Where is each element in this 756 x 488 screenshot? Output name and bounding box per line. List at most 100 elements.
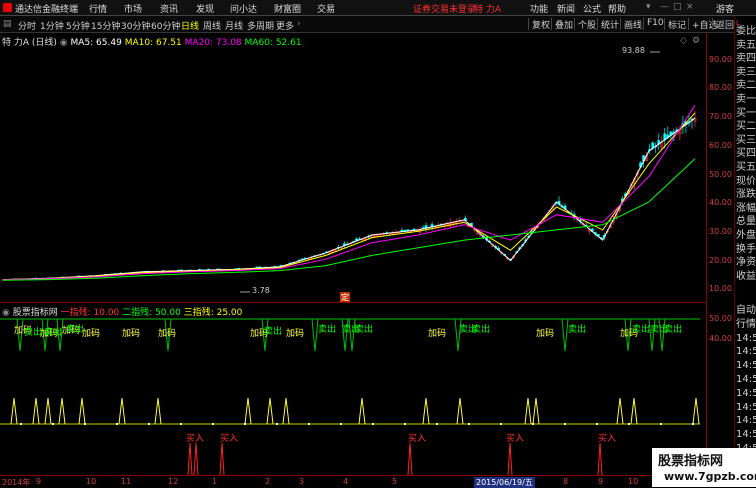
menu-help[interactable]: 帮助	[608, 2, 626, 15]
signal-spike	[58, 397, 66, 425]
menu-news[interactable]: 资讯	[160, 2, 178, 15]
tick-dot	[660, 423, 662, 425]
close-icon[interactable]: ×	[686, 2, 694, 12]
period-1m[interactable]: 1分钟	[40, 19, 64, 32]
time-tick: 4	[343, 477, 349, 486]
signal-spike	[78, 397, 86, 425]
low-price-label: 3.78	[252, 286, 270, 295]
tick-dot	[20, 423, 22, 425]
indicator-l1: 一指残: 10.00	[60, 308, 120, 318]
ma20-label: MA20: 73.08	[184, 38, 242, 48]
tool-stats[interactable]: 统计	[597, 18, 619, 31]
quote-field: 卖一	[736, 94, 756, 105]
menu-news-right[interactable]: 新闻	[557, 2, 575, 15]
entry-spike	[219, 442, 225, 475]
indicator-l2: 二指残: 50.00	[122, 308, 181, 318]
period-30m[interactable]: 30分钟	[121, 19, 150, 32]
signal-label: 卖出	[66, 325, 85, 335]
settings-icon[interactable]: ⚙	[692, 36, 700, 46]
ma10-label: MA10: 67.51	[124, 38, 182, 48]
watermark-title: 股票指标网	[658, 454, 724, 469]
menu-formula[interactable]: 公式	[583, 2, 601, 15]
period-toolbar: ▤ 分时 1分钟 5分钟 15分钟 30分钟 60分钟 日线 周线 月线 多周期…	[0, 16, 756, 33]
zoom-icon[interactable]: ◇	[680, 36, 687, 46]
minimize-icon[interactable]: ▾	[646, 2, 651, 12]
signal-spike	[118, 397, 126, 425]
signal-spike	[456, 397, 464, 425]
menu-bar: 通达信金融终端 行情 市场 资讯 发现 问小达 财富圈 交易 证券交易未登录 特…	[0, 0, 756, 16]
signal-label: 加码	[286, 329, 305, 339]
menu-discover[interactable]: 发现	[196, 2, 214, 15]
signal-spike	[422, 397, 430, 425]
tool-back[interactable]: 返回	[712, 18, 734, 31]
high-price-label: 93.88	[622, 46, 645, 55]
signal-label: 卖出	[632, 325, 651, 335]
tool-stock[interactable]: 个股	[574, 18, 596, 31]
quote-field: 净资	[736, 257, 756, 269]
period-more[interactable]: 更多	[276, 19, 294, 32]
menu-quotes[interactable]: 行情	[89, 2, 107, 15]
tick-dot	[212, 423, 214, 425]
tick-dot	[564, 423, 566, 425]
signal-label: 卖出	[355, 325, 374, 335]
side-item: 自动	[736, 305, 756, 316]
period-5m[interactable]: 5分钟	[66, 19, 90, 32]
indicator-menu-icon[interactable]: ◉	[2, 308, 10, 318]
entry-spike	[187, 442, 193, 475]
tick-dot	[340, 423, 342, 425]
tool-draw[interactable]: 画线	[620, 18, 642, 31]
maximize-icon[interactable]: □	[673, 2, 682, 12]
period-multi[interactable]: 多周期	[247, 19, 274, 32]
tool-f10[interactable]: F10	[643, 18, 664, 30]
tool-adjust[interactable]: 复权	[528, 18, 550, 31]
period-daily[interactable]: 日线	[181, 19, 199, 32]
kline-chart[interactable]	[0, 33, 706, 301]
signal-label: 买入	[506, 434, 525, 444]
signal-spike	[358, 397, 366, 425]
toolbar-menu-icon[interactable]: ▤	[3, 19, 12, 29]
watermark-url: www.7gpzb.com	[664, 470, 756, 483]
app-logo-icon	[3, 3, 12, 12]
period-weekly[interactable]: 周线	[203, 19, 221, 32]
side-item: 14:5	[736, 429, 756, 441]
restore-icon[interactable]: —	[660, 2, 669, 12]
quote-field: 买二	[736, 121, 756, 133]
period-60m[interactable]: 60分钟	[151, 19, 180, 32]
price-tick: 90.00	[709, 55, 732, 64]
quote-field: 涨跌	[736, 189, 756, 201]
guest-label[interactable]: 游客	[716, 2, 734, 15]
signal-label: 买入	[186, 434, 205, 444]
period-tick[interactable]: 分时	[18, 19, 36, 32]
tool-overlay[interactable]: 叠加	[551, 18, 573, 31]
tick-dot	[532, 423, 534, 425]
signal-label: 买入	[220, 434, 239, 444]
menu-assistant[interactable]: 问小达	[230, 2, 257, 15]
tick-dot	[148, 423, 150, 425]
signal-label: 加码	[122, 329, 141, 339]
signal-spike	[630, 397, 638, 425]
tick-dot	[468, 423, 470, 425]
period-monthly[interactable]: 月线	[225, 19, 243, 32]
side-item: 14:5	[736, 346, 756, 358]
quote-field: 卖三	[736, 66, 756, 78]
menu-function[interactable]: 功能	[530, 2, 548, 15]
tick-dot	[436, 423, 438, 425]
signal-label: 卖出	[44, 328, 63, 338]
login-warning[interactable]: 证券交易未登录	[413, 2, 476, 15]
tick-dot	[372, 423, 374, 425]
side-item: 行情	[736, 318, 756, 330]
menu-market[interactable]: 市场	[124, 2, 142, 15]
tick-dot	[500, 423, 502, 425]
menu-wealth[interactable]: 财富圈	[274, 2, 301, 15]
tick-dot	[116, 423, 118, 425]
tool-mark[interactable]: 标记	[664, 18, 686, 31]
menu-trade[interactable]: 交易	[317, 2, 335, 15]
side-item: 14:5	[736, 360, 756, 372]
chevron-right-icon[interactable]: ›	[297, 19, 301, 29]
signal-label: 卖出	[568, 325, 587, 335]
dropdown-icon[interactable]: ◉	[60, 38, 68, 48]
signal-label: 卖出	[472, 325, 491, 335]
stock-period-label: 特 力A (日线)	[2, 38, 57, 48]
period-15m[interactable]: 15分钟	[91, 19, 120, 32]
price-tick: 30.00	[709, 227, 732, 236]
